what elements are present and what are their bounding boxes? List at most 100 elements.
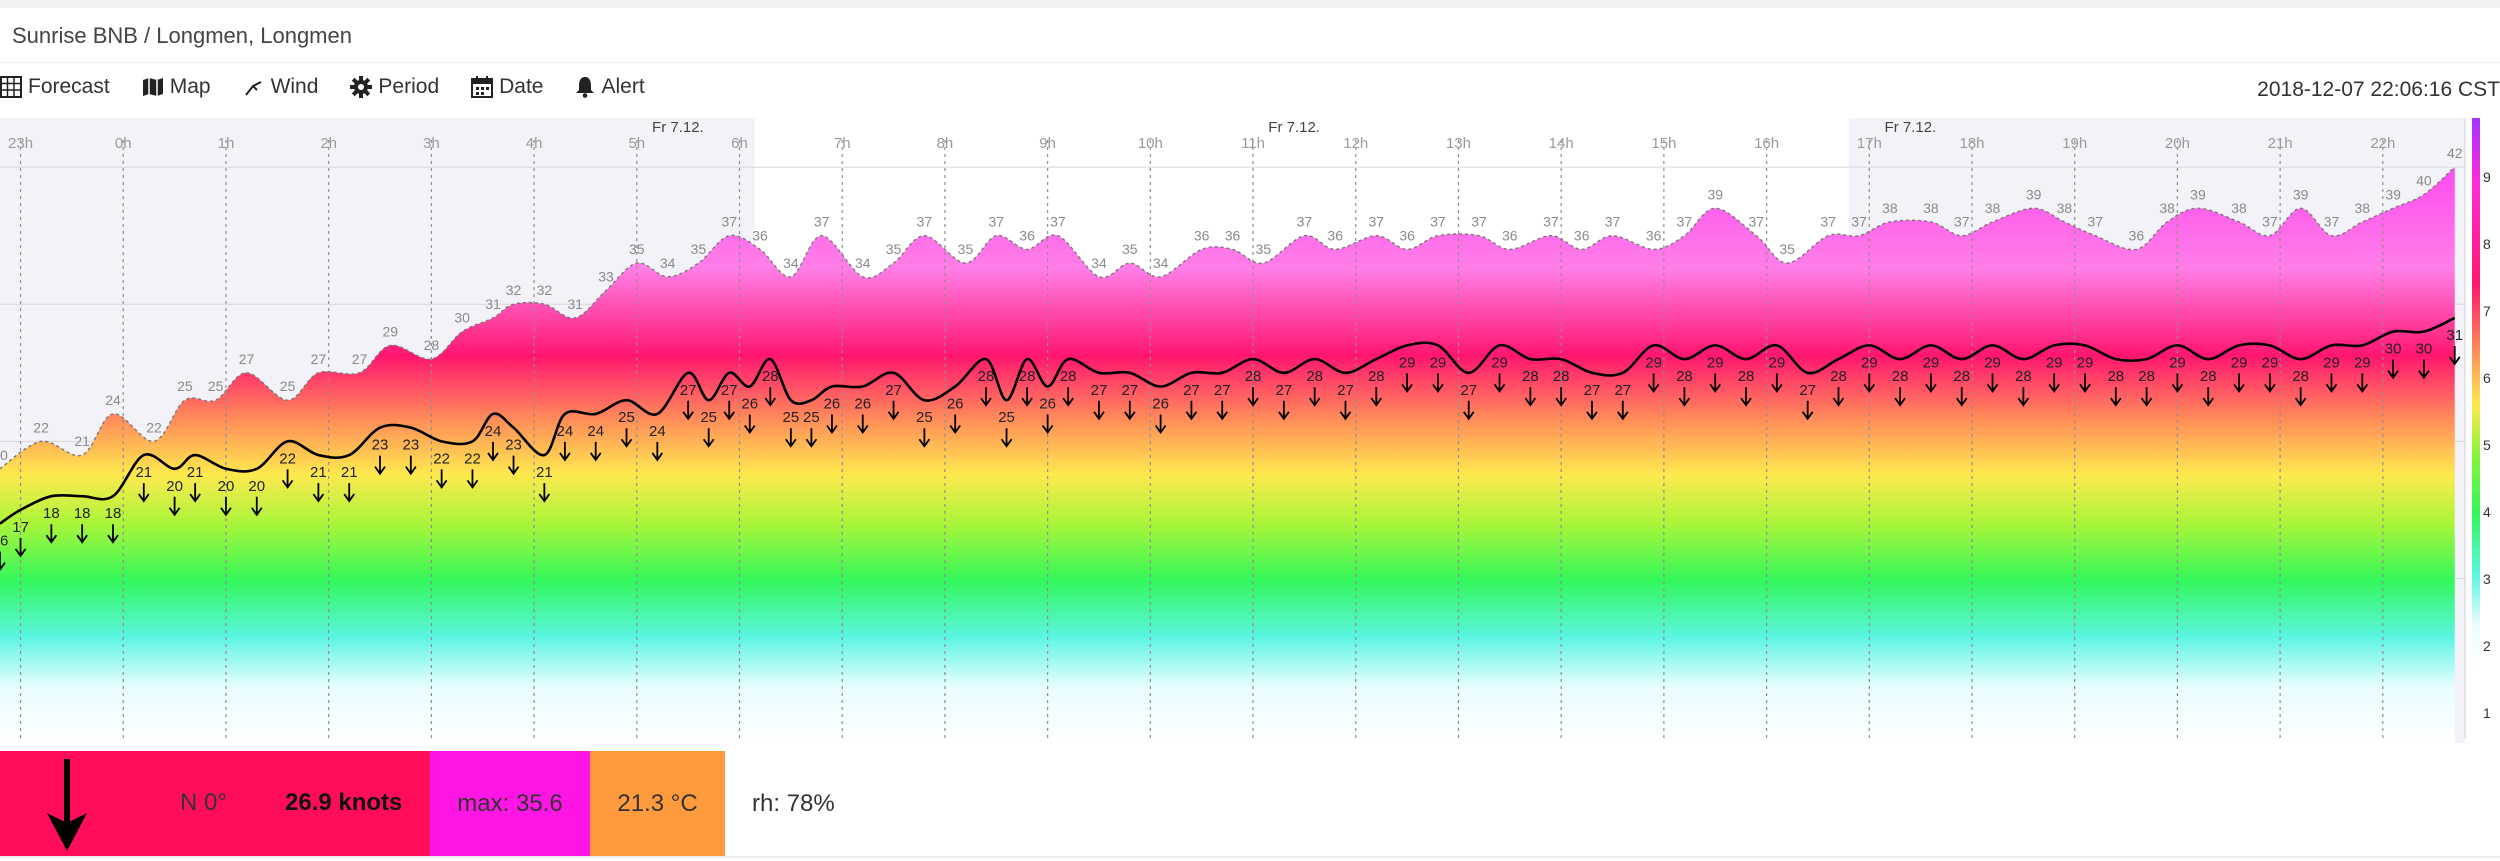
wind-speed: 26.9 knots xyxy=(285,789,403,816)
wind-data-label: 29 xyxy=(1399,354,1416,371)
menu: Forecast Map Wind Period Date Alert xyxy=(0,75,677,99)
gust-data-label: 35 xyxy=(1122,241,1138,257)
map-menu-item[interactable]: Map xyxy=(142,75,211,99)
period-menu-item[interactable]: Period xyxy=(350,75,439,99)
wind-data-label: 29 xyxy=(2169,354,2186,371)
wind-data-label: 29 xyxy=(2077,354,2094,371)
wind-icon xyxy=(244,81,262,96)
wind-data-label: 23 xyxy=(505,437,522,454)
x-tick-label: 9h xyxy=(1039,135,1056,152)
x-tick-label: 8h xyxy=(937,135,954,152)
gust-data-label: 37 xyxy=(1851,214,1867,230)
gear-icon xyxy=(350,76,373,98)
wind-data-label: 29 xyxy=(2354,354,2371,371)
wind-data-label: 25 xyxy=(618,409,635,426)
x-tick-label: 16h xyxy=(1754,135,1779,152)
wind-data-label: 28 xyxy=(1830,368,1847,385)
wind-data-label: 29 xyxy=(2231,354,2248,371)
wind-data-label: 25 xyxy=(700,409,717,426)
gust-data-label: 37 xyxy=(1543,214,1559,230)
gust-data-label: 37 xyxy=(1749,214,1765,230)
gust-data-label: 36 xyxy=(1574,227,1590,243)
x-tick-label: 21h xyxy=(2268,135,2293,152)
wind-data-label: 18 xyxy=(43,505,60,522)
gust-data-label: 37 xyxy=(1369,214,1385,230)
gust-data-label: 25 xyxy=(177,378,193,394)
wind-data-label: 27 xyxy=(680,382,697,399)
timestamp: 2018-12-07 22:06:16 CST xyxy=(2257,78,2500,101)
wind-data-label: 29 xyxy=(2046,354,2063,371)
wind-data-label: 28 xyxy=(1953,368,1970,385)
wind-data-label: 28 xyxy=(1522,368,1539,385)
wind-data-label: 26 xyxy=(824,396,841,413)
x-tick-label: 23h xyxy=(8,135,33,152)
wind-data-label: 31 xyxy=(2446,327,2463,344)
x-tick-label: 4h xyxy=(526,135,543,152)
wind-data-label: 27 xyxy=(1799,382,1816,399)
gust-data-label: 39 xyxy=(1707,186,1723,202)
gust-data-label: 37 xyxy=(2262,214,2278,230)
gust-data-label: 31 xyxy=(567,296,583,312)
wind-data-label: 29 xyxy=(1861,354,1878,371)
gust-data-label: 36 xyxy=(1399,227,1415,243)
gust-data-label: 37 xyxy=(814,214,830,230)
wind-chart[interactable]: 2022212422252527252727292830313232313335… xyxy=(0,118,2500,743)
gust-data-label: 35 xyxy=(629,241,645,257)
gust-data-label: 38 xyxy=(1985,200,2001,216)
gust-data-label: 38 xyxy=(2355,200,2371,216)
gust-data-label: 38 xyxy=(1882,200,1898,216)
gust-data-label: 36 xyxy=(1194,227,1210,243)
alert-menu-item[interactable]: Alert xyxy=(575,75,645,99)
forecast-menu-item[interactable]: Forecast xyxy=(0,75,110,99)
gust-data-label: 37 xyxy=(1297,214,1313,230)
gust-data-label: 36 xyxy=(752,227,768,243)
wind-data-label: 26 xyxy=(947,396,964,413)
gust-data-label: 28 xyxy=(424,337,440,353)
gust-data-label: 37 xyxy=(1430,214,1446,230)
x-tick-label: 18h xyxy=(1959,135,1984,152)
gust-data-label: 38 xyxy=(2159,200,2175,216)
gust-data-label: 29 xyxy=(383,323,399,339)
x-tick-label: 6h xyxy=(731,135,748,152)
gust-data-label: 36 xyxy=(1225,227,1241,243)
forecast-label: Forecast xyxy=(28,75,110,98)
gust-data-label: 34 xyxy=(1153,255,1169,271)
wind-data-label: 26 xyxy=(741,396,758,413)
x-tick-label: 19h xyxy=(2062,135,2087,152)
humidity: rh: 78% xyxy=(752,789,835,817)
calendar-icon xyxy=(471,76,494,98)
gust-data-label: 42 xyxy=(2447,145,2463,161)
gust-data-label: 32 xyxy=(537,282,553,298)
wind-data-label: 21 xyxy=(187,464,204,481)
wind-data-label: 23 xyxy=(372,437,389,454)
gust-data-label: 34 xyxy=(783,255,799,271)
date-label: Fr 7.12. xyxy=(1268,119,1320,136)
wind-data-label: 28 xyxy=(2292,368,2309,385)
legend-tick-label: 9 xyxy=(2483,169,2491,185)
wind-data-label: 17 xyxy=(12,519,29,536)
wind-menu-item[interactable]: Wind xyxy=(243,75,318,99)
date-label: Fr 7.12. xyxy=(652,119,704,136)
gust-data-label: 39 xyxy=(2385,186,2401,202)
wind-data-label: 28 xyxy=(762,368,779,385)
legend-tick-label: 6 xyxy=(2483,370,2491,386)
wind-data-label: 27 xyxy=(1337,382,1354,399)
wind-data-label: 28 xyxy=(1306,368,1323,385)
x-tick-label: 20h xyxy=(2165,135,2190,152)
wind-data-label: 30 xyxy=(2416,341,2433,358)
wind-data-label: 28 xyxy=(1676,368,1693,385)
gust-data-label: 34 xyxy=(660,255,676,271)
page-title: Sunrise BNB / Longmen, Longmen xyxy=(12,23,352,48)
down-arrow-icon xyxy=(47,759,87,851)
toolbar: Forecast Map Wind Period Date Alert 2018… xyxy=(0,63,2500,118)
gust-data-label: 35 xyxy=(1256,241,1272,257)
gust-data-label: 37 xyxy=(917,214,933,230)
gust-data-label: 37 xyxy=(1471,214,1487,230)
wind-data-label: 27 xyxy=(721,382,738,399)
x-tick-label: 5h xyxy=(628,135,645,152)
wind-data-label: 28 xyxy=(978,368,995,385)
gust-data-label: 33 xyxy=(598,269,614,285)
gust-data-label: 30 xyxy=(454,310,470,326)
wind-data-label: 29 xyxy=(1923,354,1940,371)
date-menu-item[interactable]: Date xyxy=(471,75,543,99)
